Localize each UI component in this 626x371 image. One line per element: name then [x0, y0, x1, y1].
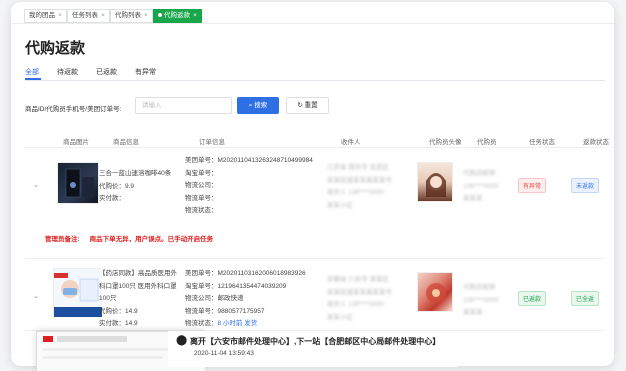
logistics-company: 物流公司：邮政快递 — [185, 295, 244, 302]
page-title: 代购返款 — [25, 40, 86, 57]
coffee-box-image — [65, 168, 94, 198]
column-header: 收件人 — [341, 139, 361, 146]
tab-label: 代购列表 — [115, 12, 141, 19]
search-button[interactable]: ⌕ 搜索 — [237, 97, 279, 114]
search-label: 商品ID/代购员手机号/美团订单号: — [25, 106, 122, 113]
paid-amount: 实付款：14.9 — [99, 320, 138, 327]
tracking-time: 2020-11-04 13:59:43 — [194, 350, 254, 357]
logistics-status: 物流状态：8 小时前 发货 — [185, 320, 258, 327]
refund-status-badge: 已全返 — [571, 291, 600, 306]
flower-avatar — [426, 283, 446, 303]
tab-label: 任务列表 — [72, 12, 98, 19]
subtab-abnormal[interactable]: 有异常 — [135, 67, 156, 77]
product-image — [53, 268, 102, 317]
tracking-info-card: ⬤ 离开【六安市邮件处理中心】,下一站【合肥邮区中心局邮件处理中心】 2020-… — [168, 331, 458, 367]
app-window: 我的团品 × 任务列表 × 代购列表 × 代购返款 × 代购返款 全部 待返款 已返款 … — [11, 2, 614, 366]
taobao-order-no: 淘宝单号：1219641354474039209 — [185, 282, 287, 290]
column-header: 代购员 — [477, 139, 497, 146]
status-tabs: 全部 待返款 已返款 有异常 — [25, 67, 605, 81]
search-input[interactable] — [135, 97, 232, 114]
chevron-down-icon[interactable]: ⌄ — [33, 292, 39, 300]
remark-label: 管理员备注: — [45, 236, 80, 243]
column-header: 代购员头像 — [429, 139, 462, 146]
paid-amount: 实付款： — [99, 195, 125, 202]
logistics-no: 物流单号：9880577175957 — [185, 307, 265, 315]
logistics-status-link[interactable]: 8 小时前 发货 — [218, 320, 258, 327]
purchase-price: 代购价：14.9 — [99, 307, 138, 315]
tab-bar: 我的团品 × 任务列表 × 代购列表 × 代购返款 × — [11, 2, 614, 24]
tab-task-list[interactable]: 任务列表 × — [67, 9, 110, 23]
cartoon-girl-avatar — [426, 172, 446, 197]
location-pin-icon: ⬤ — [176, 335, 188, 346]
tab-purchase-list[interactable]: 代购列表 × — [110, 9, 153, 23]
chevron-down-icon[interactable]: ⌄ — [33, 181, 39, 189]
mask-product-image — [54, 269, 102, 317]
avatar — [417, 162, 453, 202]
column-header: 返款状态 — [583, 139, 609, 146]
close-icon[interactable]: × — [144, 12, 148, 19]
buyer-info: 代购员昵称 139****0000 某某某 — [463, 284, 499, 316]
logistics-status: 物流状态： — [185, 207, 218, 214]
row-divider — [25, 258, 605, 259]
search-button-label: 搜索 — [254, 102, 268, 109]
task-status-badge: 有异常 — [518, 178, 547, 193]
refund-status-badge: 未返款 — [571, 178, 600, 193]
column-header: 任务状态 — [529, 139, 555, 146]
tab-label: 我的团品 — [29, 12, 55, 19]
close-icon[interactable]: × — [101, 12, 105, 19]
recipient-info: 安徽省 六安市 某某区 某某街道某某路某某号 收件人 139****0000 某… — [327, 276, 392, 321]
subtab-pending-refund[interactable]: 待返款 — [57, 67, 78, 77]
buyer-info: 代购员昵称 138****0000 某某某 — [463, 170, 499, 202]
table-header: 商品图片 商品信息 订单信息 收件人 代购员头像 代购员 任务状态 返款状态 — [25, 130, 609, 148]
tab-label: 代购返款 — [164, 12, 190, 19]
tab-my-group-products[interactable]: 我的团品 × — [24, 9, 67, 23]
logistics-company: 物流公司： — [185, 182, 218, 189]
meituan-order-no: 美团单号：M2020110316200601898392​6 — [185, 270, 306, 277]
active-dot-icon — [158, 13, 162, 18]
taobao-order-no: 淘宝单号： — [185, 169, 218, 177]
tracking-text: 离开【六安市邮件处理中心】,下一站【合肥邮区中心局邮件处理中心】 — [190, 337, 441, 346]
meituan-order-no: 美团单号：M2020110413263248710499984 — [185, 157, 313, 164]
active-tab-indicator — [25, 78, 41, 80]
close-icon[interactable]: × — [58, 12, 62, 19]
subtab-all[interactable]: 全部 — [25, 67, 39, 77]
product-title-link[interactable]: 【药店同款】高品质医用外科口罩100只 医用外科口罩100只 — [99, 268, 181, 306]
search-icon: ⌕ — [248, 102, 253, 109]
column-header: 商品图片 — [63, 139, 89, 146]
avatar — [417, 272, 453, 312]
refresh-icon: ↻ — [297, 102, 303, 109]
subtab-refunded[interactable]: 已返款 — [96, 67, 117, 77]
reset-button[interactable]: ↻ 重置 — [286, 97, 329, 114]
recipient-info: 江苏省 南京市 玄武区 某某街道某某路某某号 收件人 138****0000 某… — [327, 164, 392, 209]
task-status-badge: 已返款 — [518, 291, 547, 306]
product-image — [57, 162, 99, 204]
column-header: 订单信息 — [199, 139, 225, 146]
product-title-link[interactable]: 三合一蓝山速溶咖啡40条 — [99, 168, 171, 181]
remark-text: 商品下单无异，用户误点。已手动开启任务 — [89, 236, 214, 243]
purchase-price: 代购价：9.9 — [99, 182, 135, 190]
tab-purchase-refund[interactable]: 代购返款 × — [153, 9, 202, 23]
admin-remark: 管理员备注: 商品下单无异，用户误点。已手动开启任务 — [45, 233, 213, 243]
reset-button-label: 重置 — [304, 102, 318, 109]
logistics-no: 物流单号： — [185, 194, 218, 202]
close-icon[interactable]: × — [193, 12, 197, 19]
column-header: 商品信息 — [113, 139, 139, 146]
